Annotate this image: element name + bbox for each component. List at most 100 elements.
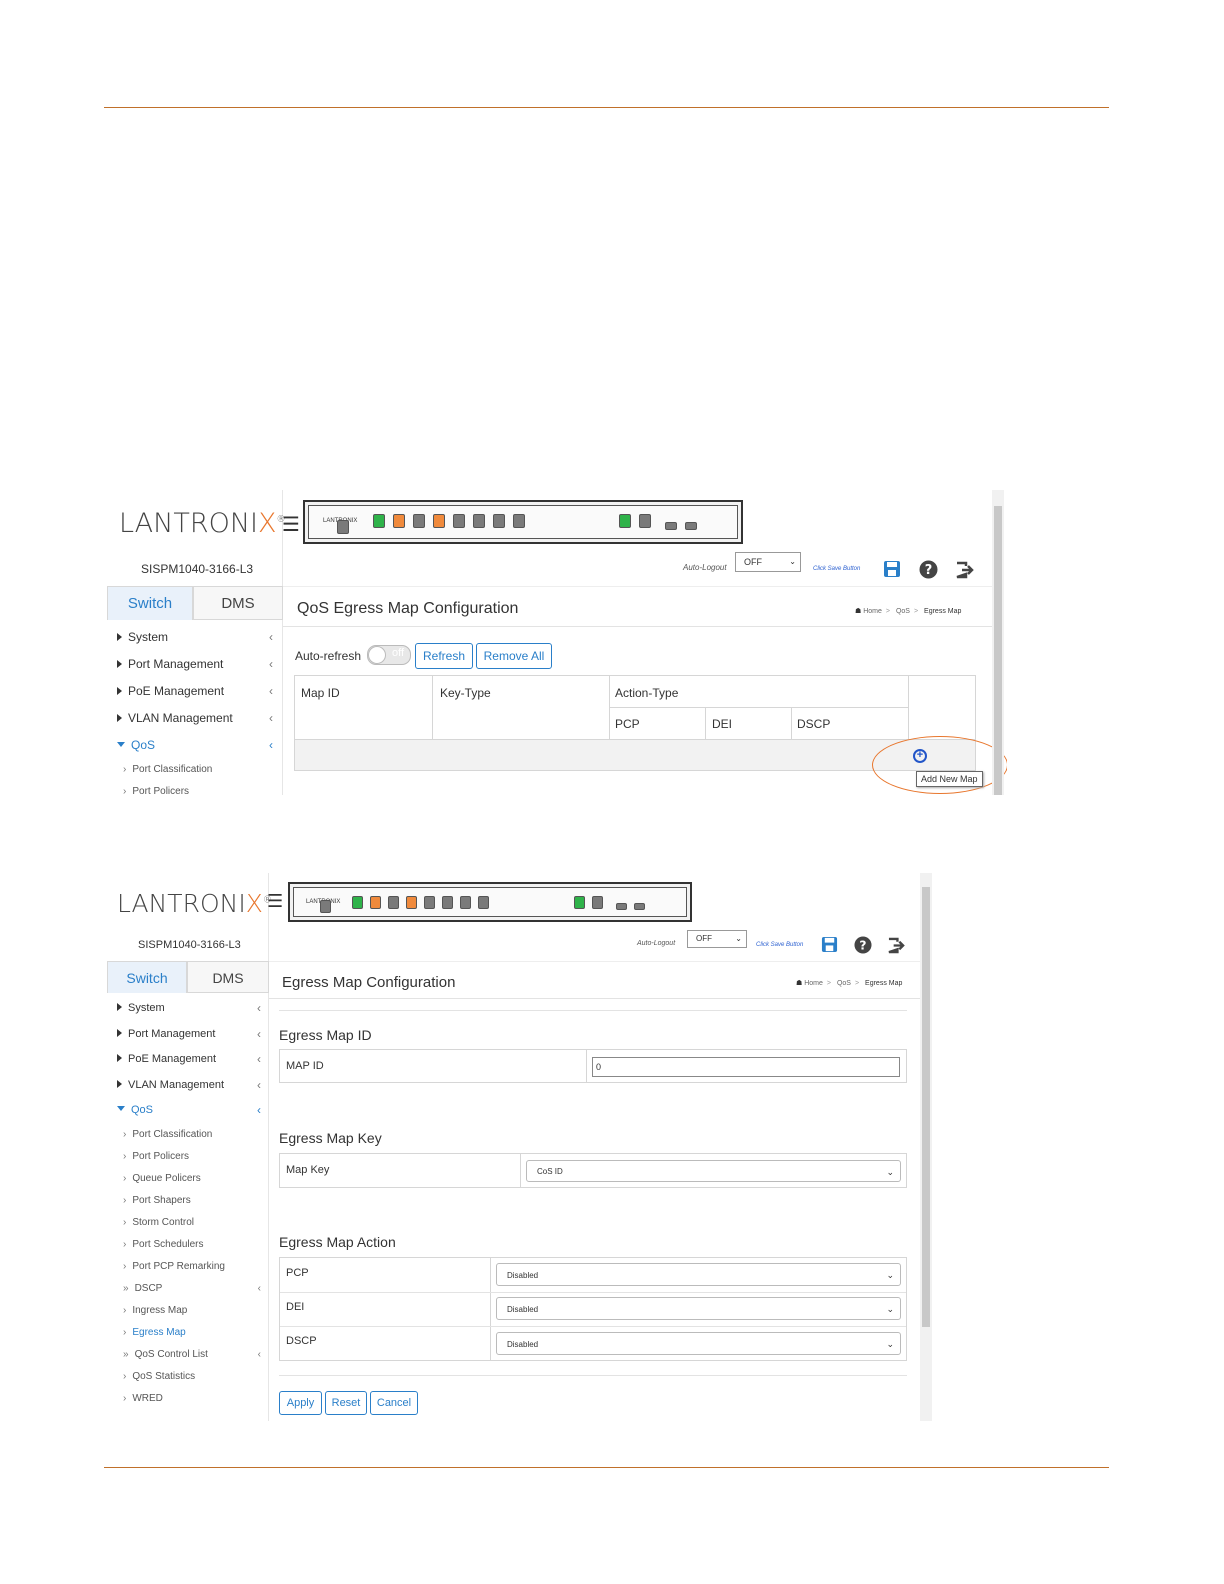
port-icon[interactable]	[453, 514, 465, 528]
svg-text:?: ?	[859, 938, 866, 952]
auto-refresh-toggle[interactable]: off	[367, 645, 411, 665]
save-hint-link[interactable]: Click Save Button	[756, 942, 803, 948]
pcp-select[interactable]: Disabled ⌄	[496, 1263, 901, 1286]
save-icon[interactable]	[821, 936, 838, 953]
scrollbar-thumb[interactable]	[994, 506, 1002, 795]
port-icon[interactable]	[619, 514, 631, 528]
hamburger-menu-icon[interactable]: ☰	[282, 512, 300, 537]
apply-button[interactable]: Apply	[279, 1391, 322, 1415]
save-icon[interactable]	[883, 560, 901, 578]
breadcrumb-home[interactable]: Home	[863, 608, 882, 615]
submenu-port-schedulers[interactable]: › Port Schedulers	[117, 1234, 261, 1256]
map-key-select[interactable]: CoS ID ⌄	[526, 1160, 901, 1182]
cancel-button[interactable]: Cancel	[370, 1391, 418, 1415]
submenu-qos-control-list[interactable]: » QoS Control List ‹	[117, 1344, 261, 1366]
port-icon[interactable]	[433, 514, 445, 528]
port-icon[interactable]	[639, 514, 651, 528]
submenu-port-shapers[interactable]: › Port Shapers	[117, 1190, 261, 1212]
save-hint-link[interactable]: Click Save Button	[813, 566, 860, 572]
map-id-input[interactable]	[592, 1057, 900, 1077]
port-icon[interactable]	[685, 522, 697, 530]
port-icon[interactable]	[424, 896, 435, 909]
port-icon[interactable]	[393, 514, 405, 528]
submenu-port-classification[interactable]: › Port Classification	[117, 1124, 261, 1146]
dscp-select[interactable]: Disabled ⌄	[496, 1332, 901, 1355]
menu-vlan-management[interactable]: VLAN Management ‹	[117, 705, 273, 732]
tab-dms[interactable]: DMS	[193, 586, 283, 620]
chevron-left-icon: ‹	[269, 630, 273, 644]
help-icon[interactable]: ?	[854, 936, 872, 954]
title-divider	[283, 586, 993, 587]
main-content: Auto-Logout OFF ⌄ Click Save Button ? Egr…	[269, 928, 921, 1421]
device-front-panel: LANTRONIX	[303, 500, 743, 544]
scrollbar[interactable]	[920, 873, 932, 1421]
reset-button[interactable]: Reset	[325, 1391, 367, 1415]
menu-qos[interactable]: QoS ‹	[117, 1098, 261, 1124]
section-title-egress-map-id: Egress Map ID	[279, 1027, 372, 1043]
port-icon[interactable]	[388, 896, 399, 909]
port-icon[interactable]	[406, 896, 417, 909]
submenu-port-classification[interactable]: › Port Classification	[117, 759, 273, 781]
port-icon[interactable]	[634, 903, 645, 910]
remove-all-button[interactable]: Remove All	[476, 643, 552, 669]
submenu-port-pcp-remarking[interactable]: › Port PCP Remarking	[117, 1256, 261, 1278]
breadcrumb-qos[interactable]: QoS	[837, 980, 851, 987]
dei-select[interactable]: Disabled ⌄	[496, 1297, 901, 1320]
port-icon[interactable]	[370, 896, 381, 909]
breadcrumb-home[interactable]: Home	[804, 980, 823, 987]
logout-icon[interactable]	[887, 937, 906, 954]
submenu-storm-control[interactable]: › Storm Control	[117, 1212, 261, 1234]
auto-logout-label: Auto-Logout	[683, 563, 727, 572]
menu-poe-management[interactable]: PoE Management ‹	[117, 1047, 261, 1073]
port-icon[interactable]	[574, 896, 585, 909]
submenu-port-policers[interactable]: › Port Policers	[117, 781, 273, 795]
port-icon[interactable]	[616, 903, 627, 910]
tab-switch[interactable]: Switch	[107, 586, 193, 620]
menu-qos[interactable]: QoS ‹	[117, 732, 273, 759]
port-icon[interactable]	[352, 896, 363, 909]
port-icon[interactable]	[373, 514, 385, 528]
refresh-button[interactable]: Refresh	[415, 643, 473, 669]
auto-logout-select[interactable]: OFF ⌄	[735, 552, 801, 572]
hamburger-menu-icon[interactable]: ☰	[267, 891, 283, 912]
section-title-egress-map-action: Egress Map Action	[279, 1234, 396, 1250]
auto-logout-select[interactable]: OFF ⌄	[687, 930, 747, 948]
tab-dms[interactable]: DMS	[187, 961, 269, 993]
submenu-ingress-map[interactable]: › Ingress Map	[117, 1300, 261, 1322]
chevron-left-icon: ‹	[257, 1077, 261, 1092]
submenu-egress-map[interactable]: › Egress Map	[117, 1322, 261, 1344]
chevron-down-icon: ⌄	[789, 557, 796, 566]
scrollbar[interactable]	[992, 490, 1004, 795]
submenu-queue-policers[interactable]: › Queue Policers	[117, 1168, 261, 1190]
menu-port-management[interactable]: Port Management ‹	[117, 1022, 261, 1048]
submenu-dscp[interactable]: » DSCP ‹	[117, 1278, 261, 1300]
port-icon[interactable]	[442, 896, 453, 909]
menu-poe-management[interactable]: PoE Management ‹	[117, 678, 273, 705]
scrollbar-thumb[interactable]	[922, 887, 930, 1327]
port-icon[interactable]	[473, 514, 485, 528]
submenu-wred[interactable]: › WRED	[117, 1388, 261, 1410]
menu-system[interactable]: System ‹	[117, 624, 273, 651]
port-icon[interactable]	[460, 896, 471, 909]
page-title: Egress Map Configuration	[282, 974, 456, 991]
submenu-port-policers[interactable]: › Port Policers	[117, 1146, 261, 1168]
device-front-panel: LANTRONIX	[288, 882, 692, 922]
port-icon	[320, 900, 331, 913]
menu-system[interactable]: System ‹	[117, 996, 261, 1022]
toggle-knob	[368, 646, 386, 664]
port-icon[interactable]	[513, 514, 525, 528]
chevron-left-icon: ‹	[257, 1052, 261, 1066]
port-icon[interactable]	[413, 514, 425, 528]
tab-bar: Switch DMS	[107, 586, 283, 620]
tab-switch[interactable]: Switch	[107, 961, 187, 993]
port-icon[interactable]	[493, 514, 505, 528]
submenu-qos-statistics[interactable]: › QoS Statistics	[117, 1366, 261, 1388]
menu-port-management[interactable]: Port Management ‹	[117, 651, 273, 678]
port-icon[interactable]	[478, 896, 489, 909]
port-icon[interactable]	[665, 522, 677, 530]
menu-vlan-management[interactable]: VLAN Management ‹	[117, 1073, 261, 1099]
logout-icon[interactable]	[955, 561, 975, 579]
port-icon[interactable]	[592, 896, 603, 909]
breadcrumb-qos[interactable]: QoS	[896, 608, 910, 615]
help-icon[interactable]: ?	[919, 560, 938, 579]
